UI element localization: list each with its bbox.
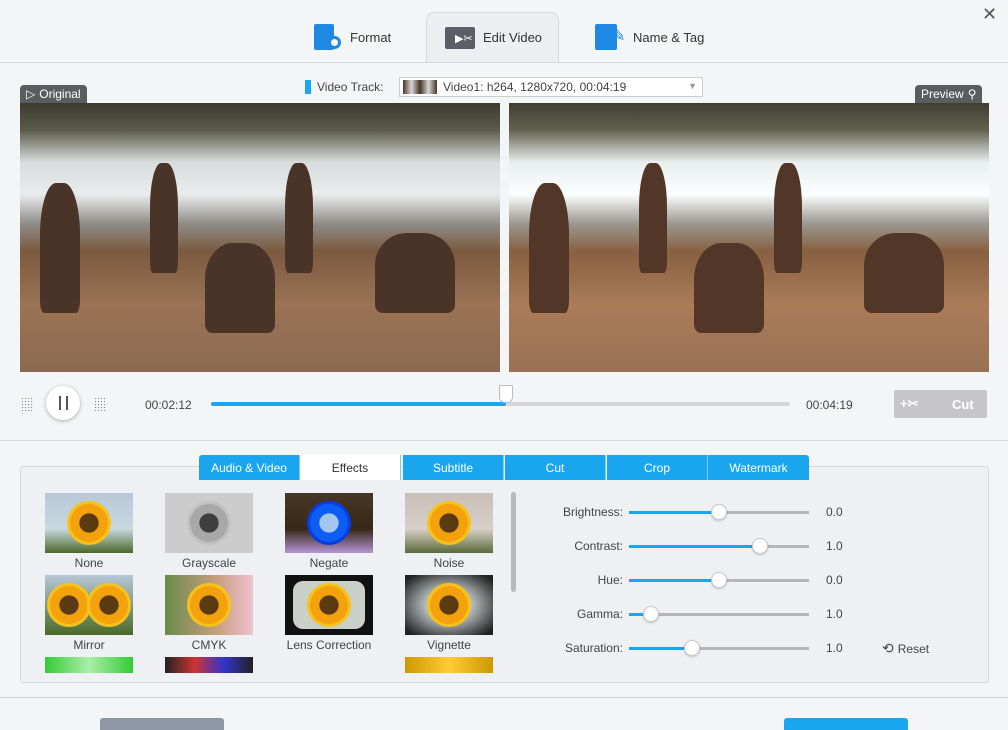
slider-value: 1.0 <box>826 607 843 621</box>
edit-video-icon: ▶✂ <box>445 25 475 51</box>
slider-track[interactable] <box>629 640 809 656</box>
effect-label: CMYK <box>191 638 227 652</box>
next-frame-handle[interactable] <box>94 397 107 411</box>
play-small-icon: ▷ <box>26 87 36 101</box>
original-video <box>20 103 500 372</box>
prev-frame-handle[interactable] <box>21 397 34 411</box>
effect-noise[interactable] <box>405 493 493 553</box>
effect-mirror[interactable] <box>45 575 133 635</box>
effect-lens-correction[interactable] <box>285 575 373 635</box>
slider-row: Contrast: 1.0 <box>540 536 960 556</box>
effect-label: None <box>74 556 104 570</box>
footer-divider <box>0 697 1008 698</box>
tab-label: Name & Tag <box>633 29 705 45</box>
slider-row: Gamma: 1.0 <box>540 604 960 624</box>
tab-audio-video[interactable]: Audio & Video <box>199 455 300 480</box>
pause-icon <box>58 396 68 410</box>
pause-button[interactable] <box>46 386 80 420</box>
total-time: 00:04:19 <box>806 398 853 412</box>
video-track-select[interactable]: Video1: h264, 1280x720, 00:04:19 ▼ <box>399 77 703 97</box>
effect-label: Mirror <box>73 638 105 652</box>
slider-track[interactable] <box>629 504 809 520</box>
slider-knob[interactable] <box>642 606 659 622</box>
effect-more-2[interactable] <box>165 657 253 673</box>
slider-label: Hue: <box>597 573 623 587</box>
slider-track[interactable] <box>629 572 809 588</box>
secondary-button[interactable] <box>100 718 224 730</box>
tab-format[interactable]: Format <box>312 12 412 62</box>
effect-cmyk[interactable] <box>165 575 253 635</box>
close-button[interactable]: ✕ <box>982 4 997 25</box>
tab-crop[interactable]: Crop <box>607 455 708 480</box>
slider-fill <box>629 647 692 650</box>
preview-text: Preview <box>921 87 964 101</box>
current-time: 00:02:12 <box>145 398 192 412</box>
reset-label: Reset <box>897 641 930 656</box>
search-icon: ⚲ <box>967 87 977 101</box>
effect-label: Lens Correction <box>286 638 372 652</box>
add-cut-icon: +✂ <box>900 396 919 411</box>
video-track-label: Video Track: <box>317 80 384 94</box>
slider-label: Gamma: <box>576 607 623 621</box>
video-track-row: Video Track: <box>305 77 383 97</box>
tab-label: Edit Video <box>483 30 543 45</box>
slider-label: Saturation: <box>564 641 623 655</box>
tab-effects[interactable]: Effects <box>300 455 401 480</box>
slider-knob[interactable] <box>752 538 769 554</box>
seek-handle[interactable] <box>499 385 514 403</box>
slider-value: 1.0 <box>826 539 843 553</box>
slider-row: Hue: 0.0 <box>540 570 960 590</box>
tab-name-tag[interactable]: ✎ Name & Tag <box>595 12 715 62</box>
video-track-icon <box>305 80 311 94</box>
tab-label: Format <box>350 29 392 45</box>
effect-label: Noise <box>433 556 465 570</box>
name-tag-icon: ✎ <box>595 24 625 50</box>
preview-video <box>509 103 989 372</box>
slider-track[interactable] <box>629 538 809 554</box>
preview-button[interactable]: Preview ⚲ <box>915 85 983 103</box>
reset-icon: ⟲ <box>882 640 894 656</box>
slider-knob[interactable] <box>711 504 727 520</box>
track-thumbnail <box>403 80 437 94</box>
tab-subtitle[interactable]: Subtitle <box>403 455 504 480</box>
section-divider <box>0 440 1008 441</box>
effect-none[interactable] <box>45 493 133 553</box>
original-label: ▷ Original <box>20 85 87 103</box>
seek-progress <box>211 402 507 406</box>
slider-fill <box>629 579 719 582</box>
effect-label: Negate <box>309 556 349 570</box>
cut-button[interactable]: +✂ Cut <box>894 390 987 418</box>
slider-value: 0.0 <box>826 573 843 587</box>
slider-value: 0.0 <box>826 505 843 519</box>
slider-track[interactable] <box>629 606 809 622</box>
slider-fill <box>629 545 761 548</box>
original-text: Original <box>39 87 81 101</box>
chevron-down-icon: ▼ <box>688 81 697 91</box>
effect-grayscale[interactable] <box>165 493 253 553</box>
effect-label: Grayscale <box>181 556 237 570</box>
reset-button[interactable]: ⟲ Reset <box>882 640 929 657</box>
format-icon <box>312 24 342 50</box>
effect-more-3[interactable] <box>405 657 493 673</box>
video-track-value: Video1: h264, 1280x720, 00:04:19 <box>443 80 627 94</box>
effect-vignette[interactable] <box>405 575 493 635</box>
seek-bar[interactable] <box>211 385 790 406</box>
effect-label: Vignette <box>427 638 471 652</box>
slider-row: Brightness: 0.0 <box>540 502 960 522</box>
slider-knob[interactable] <box>684 640 700 656</box>
slider-value: 1.0 <box>826 641 843 655</box>
top-divider <box>0 62 1008 63</box>
effect-more-1[interactable] <box>45 657 133 673</box>
slider-label: Brightness: <box>562 505 623 519</box>
slider-label: Contrast: <box>574 539 623 553</box>
effects-scrollbar[interactable] <box>511 492 516 592</box>
cut-label: Cut <box>952 396 974 412</box>
slider-knob[interactable] <box>711 572 727 588</box>
tab-edit-video[interactable]: ▶✂ Edit Video <box>426 12 559 62</box>
tab-watermark[interactable]: Watermark <box>708 455 809 480</box>
primary-button[interactable] <box>784 718 908 730</box>
slider-fill <box>629 511 719 514</box>
tab-cut[interactable]: Cut <box>505 455 606 480</box>
effect-negate[interactable] <box>285 493 373 553</box>
